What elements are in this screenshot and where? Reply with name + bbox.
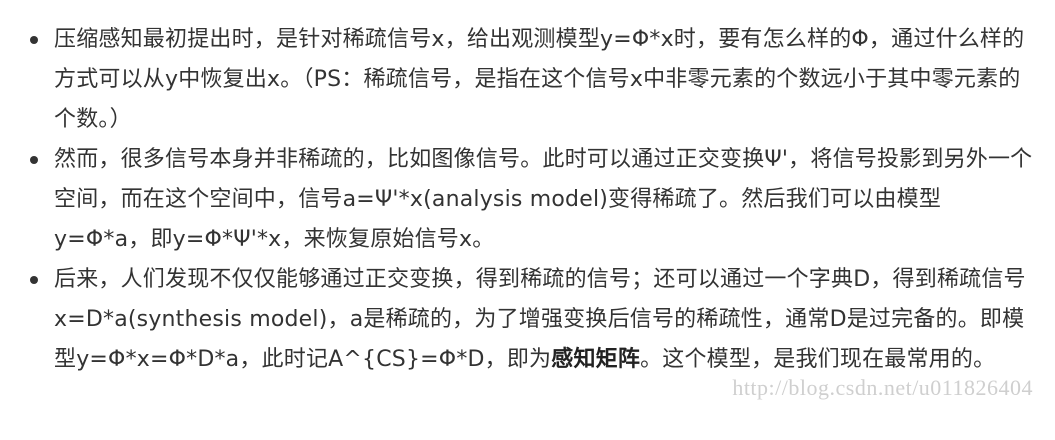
watermark: http://blog.csdn.net/u011826404: [732, 375, 1033, 400]
bullet-text: 然而，很多信号本身并非稀疏的，比如图像信号。此时可以通过正交变换Ψ'，将信号投影…: [54, 147, 1033, 252]
bullet-dot-icon: [30, 36, 38, 44]
bullet-dot-icon: [30, 156, 38, 164]
list-item: 压缩感知最初提出时，是针对稀疏信号x，给出观测模型y=Φ*x时，要有怎么样的Φ，…: [22, 20, 1034, 140]
bullet-text: 压缩感知最初提出时，是针对稀疏信号x，给出观测模型y=Φ*x时，要有怎么样的Φ，…: [54, 27, 1025, 132]
document-page: 压缩感知最初提出时，是针对稀疏信号x，给出观测模型y=Φ*x时，要有怎么样的Φ，…: [0, 0, 1055, 440]
list-item: 然而，很多信号本身并非稀疏的，比如图像信号。此时可以通过正交变换Ψ'，将信号投影…: [22, 140, 1034, 260]
list-item: 后来，人们发现不仅仅能够通过正交变换，得到稀疏的信号；还可以通过一个字典D，得到…: [22, 260, 1034, 380]
bold-term: 感知矩阵: [551, 347, 641, 372]
bullet-text-after: 。这个模型，是我们现在最常用的。: [640, 347, 996, 372]
bullet-list: 压缩感知最初提出时，是针对稀疏信号x，给出观测模型y=Φ*x时，要有怎么样的Φ，…: [22, 20, 1034, 380]
bullet-dot-icon: [30, 276, 38, 284]
